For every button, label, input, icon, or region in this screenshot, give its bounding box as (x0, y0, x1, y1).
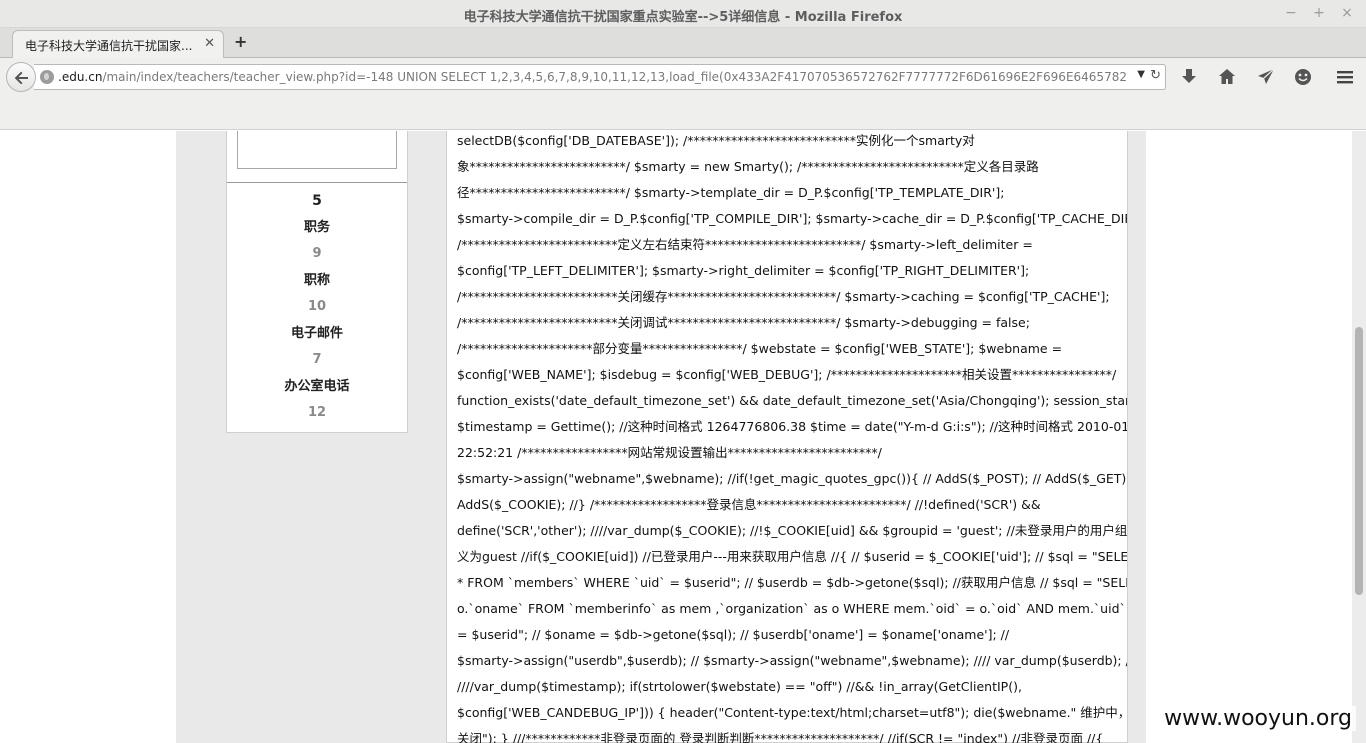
detail-content: selectDB($config['DB_DATEBASE']); /*****… (446, 131, 1128, 743)
tab-title: 电子科技大学通信抗干扰国家... (25, 39, 193, 53)
info-value-email: 7 (312, 352, 322, 367)
detail-line: * FROM `members` WHERE `uid` = $userid";… (457, 575, 1127, 590)
info-list: 5 职务 9 职称 10 电子邮件 7 办公室电话 12 (227, 188, 407, 427)
info-value-office-phone: 12 (307, 405, 327, 420)
url-domain: .edu.cn (58, 70, 103, 84)
info-label-email: 电子邮件 (290, 325, 343, 341)
page-scrollbar[interactable] (1352, 131, 1366, 743)
info-value-position: 9 (312, 246, 322, 261)
url-bar[interactable]: .edu.cn/main/index/teachers/teacher_view… (34, 64, 1166, 90)
detail-line: 象*************************/ $smarty = ne… (457, 159, 1039, 174)
detail-line: = $userid"; // $oname = $db->getone($sql… (457, 627, 1010, 642)
detail-line: /*************************关闭缓存**********… (457, 289, 1110, 304)
detail-text: selectDB($config['DB_DATEBASE']); /*****… (447, 131, 1127, 743)
new-tab-button[interactable]: + (234, 32, 247, 51)
url-text[interactable]: .edu.cn/main/index/teachers/teacher_view… (58, 70, 1128, 84)
detail-line: ////var_dump($timestamp); if(strtolower(… (457, 679, 1022, 694)
home-icon[interactable] (1216, 66, 1238, 88)
page-viewport: 5 职务 9 职称 10 电子邮件 7 办公室电话 12 selectDB($c… (0, 131, 1352, 743)
window-controls: − + × (1284, 4, 1354, 22)
detail-line: $smarty->assign("webname",$webname); //i… (457, 471, 1127, 486)
maximize-button[interactable]: + (1312, 4, 1326, 22)
window-titlebar: 电子科技大学通信抗干扰国家重点实验室-->5详细信息 - Mozilla Fir… (0, 0, 1366, 28)
tab-strip: 电子科技大学通信抗干扰国家... ✕ (0, 28, 1366, 58)
url-path: /main/index/teachers/teacher_view.php?id… (102, 70, 1128, 84)
watermark: www.wooyun.org (1160, 706, 1356, 731)
navigation-toolbar: .edu.cn/main/index/teachers/teacher_view… (0, 58, 1366, 130)
detail-line: function_exists('date_default_timezone_s… (457, 393, 1127, 408)
detail-line: $smarty->compile_dir = D_P.$config['TP_C… (457, 211, 1127, 226)
info-value-name: 5 (312, 193, 322, 209)
info-value-title: 10 (307, 299, 327, 314)
smiley-icon[interactable] (1292, 66, 1314, 88)
tab-close-icon[interactable]: ✕ (204, 36, 215, 51)
globe-icon (40, 70, 54, 84)
close-window-button[interactable]: × (1340, 4, 1354, 22)
window-title: 电子科技大学通信抗干扰国家重点实验室-->5详细信息 - Mozilla Fir… (463, 10, 903, 25)
divider (227, 182, 407, 183)
detail-line: $config['WEB_CANDEBUG_IP'])) { header("C… (457, 705, 1127, 720)
detail-line: define('SCR','other'); ////var_dump($_CO… (457, 523, 1127, 538)
back-arrow-icon (14, 71, 28, 85)
teacher-info-sidebar: 5 职务 9 职称 10 电子邮件 7 办公室电话 12 (226, 131, 408, 433)
back-button[interactable] (6, 62, 36, 92)
download-icon[interactable] (1178, 66, 1200, 88)
reload-icon[interactable]: ↻ (1150, 68, 1161, 83)
tab-active[interactable]: 电子科技大学通信抗干扰国家... ✕ (12, 30, 224, 58)
detail-line: 关闭"); } ///************非登录页面的 登录判断判断****… (457, 731, 1104, 743)
detail-line: $timestamp = Gettime(); //这种时间格式 1264776… (457, 419, 1127, 434)
url-dropdown-icon[interactable]: ▼ (1137, 69, 1145, 80)
minimize-button[interactable]: − (1284, 4, 1298, 22)
detail-line: $smarty->assign("userdb",$userdb); // $s… (457, 653, 1127, 668)
detail-line: 义为guest //if($_COOKIE[uid]) //已登录用户---用来… (457, 549, 1127, 564)
send-icon[interactable] (1255, 66, 1277, 88)
menu-icon[interactable] (1334, 66, 1356, 88)
detail-line: 径*************************/ $smarty->tem… (457, 185, 1005, 200)
teacher-photo (237, 131, 397, 169)
detail-line: selectDB($config['DB_DATEBASE']); /*****… (457, 133, 975, 148)
scrollbar-thumb[interactable] (1355, 327, 1363, 595)
detail-line: $config['WEB_NAME']; $isdebug = $config[… (457, 367, 1117, 382)
detail-line: AddS($_COOKIE); //} /******************登… (457, 497, 1041, 512)
info-label-position: 职务 (303, 219, 330, 235)
detail-line: 22:52:21 /*****************网站常规设置输出*****… (457, 445, 882, 460)
detail-line: /*************************定义左右结束符*******… (457, 237, 1033, 252)
info-label-office-phone: 办公室电话 (284, 378, 350, 394)
info-label-title: 职称 (303, 272, 330, 288)
detail-line: o.`oname` FROM `memberinfo` as mem ,`org… (457, 601, 1126, 616)
detail-line: $config['TP_LEFT_DELIMITER']; $smarty->r… (457, 263, 1030, 278)
detail-line: /*********************部分变量**************… (457, 341, 1063, 356)
detail-line: /*************************关闭调试**********… (457, 315, 1030, 330)
